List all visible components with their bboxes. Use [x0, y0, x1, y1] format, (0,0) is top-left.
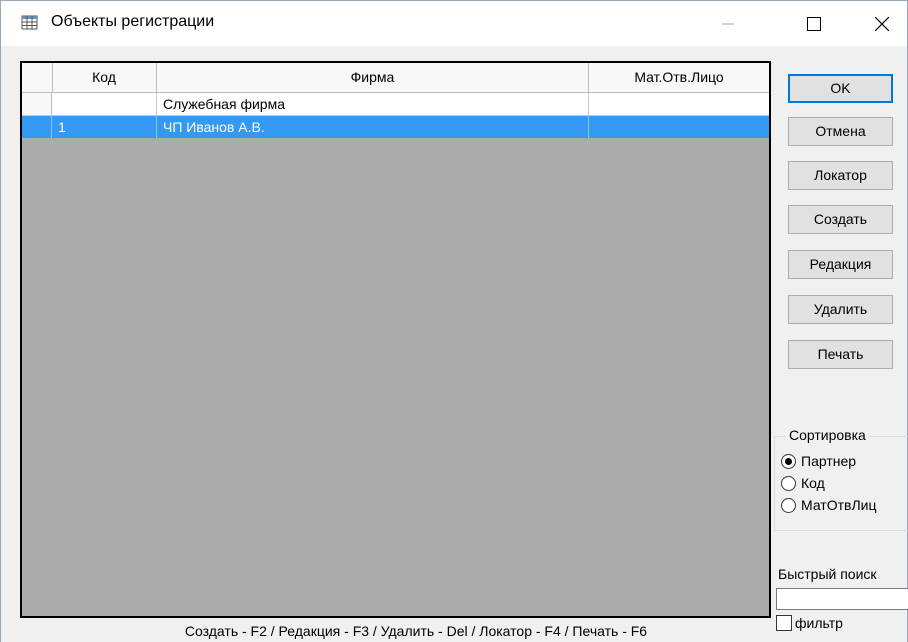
cell-responsible-person[interactable]	[589, 116, 769, 138]
create-button[interactable]: Создать	[788, 205, 893, 234]
ok-button[interactable]: OK	[788, 74, 893, 103]
cell-code[interactable]: 1	[52, 116, 157, 138]
close-button[interactable]	[859, 1, 905, 46]
cell-firm[interactable]: Служебная фирма	[157, 93, 589, 115]
sort-option-responsible-person[interactable]: МатОтвЛиц	[781, 495, 876, 515]
title-bar[interactable]: Объекты регистрации	[1, 1, 907, 46]
maximize-icon	[807, 16, 821, 31]
registration-objects-grid[interactable]: Код Фирма Мат.Отв.Лицо Служебная фирма 1…	[20, 61, 771, 618]
cell-code[interactable]	[52, 93, 157, 115]
cancel-button[interactable]: Отмена	[788, 117, 893, 146]
locator-button[interactable]: Локатор	[788, 161, 893, 190]
radio-button-checked[interactable]	[781, 453, 796, 469]
sort-option-label: МатОтвЛиц	[801, 497, 877, 513]
column-header-responsible-person[interactable]: Мат.Отв.Лицо	[589, 63, 769, 92]
sort-legend: Сортировка	[786, 427, 869, 443]
minimize-button[interactable]	[705, 1, 751, 46]
hotkeys-hint: Создать - F2 / Редакция - F3 / Удалить -…	[184, 623, 648, 639]
radio-button[interactable]	[781, 475, 796, 491]
registration-objects-window: Объекты регистрации Код Фирма Мат.Отв.Ли…	[0, 0, 908, 642]
maximize-button[interactable]	[791, 1, 837, 46]
edit-button[interactable]: Редакция	[788, 250, 893, 279]
table-row[interactable]: Служебная фирма	[22, 93, 769, 116]
quick-search-input[interactable]	[776, 588, 908, 610]
print-button[interactable]: Печать	[788, 340, 893, 369]
delete-button[interactable]: Удалить	[788, 295, 893, 324]
sort-groupbox: Сортировка Партнер Код МатОтвЛиц	[774, 427, 908, 531]
quick-search-label: Быстрый поиск	[778, 566, 877, 582]
cell-responsible-person[interactable]	[589, 93, 769, 115]
window-title: Объекты регистрации	[51, 13, 215, 30]
column-header-firm[interactable]: Фирма	[157, 63, 589, 92]
minimize-icon	[722, 23, 734, 24]
grid-header: Код Фирма Мат.Отв.Лицо	[22, 63, 769, 93]
row-header-corner	[22, 63, 53, 92]
sort-option-label: Партнер	[801, 453, 857, 469]
radio-button[interactable]	[781, 497, 796, 513]
table-grid-icon	[21, 15, 38, 30]
close-icon	[875, 16, 889, 31]
table-row-selected[interactable]: 1 ЧП Иванов А.В.	[22, 116, 769, 138]
row-header[interactable]	[22, 93, 52, 115]
sort-option-partner[interactable]: Партнер	[781, 451, 856, 471]
sort-option-code[interactable]: Код	[781, 473, 825, 493]
cell-firm[interactable]: ЧП Иванов А.В.	[157, 116, 589, 138]
row-header[interactable]	[22, 116, 52, 138]
sort-option-label: Код	[801, 475, 825, 491]
column-header-code[interactable]: Код	[52, 63, 157, 92]
